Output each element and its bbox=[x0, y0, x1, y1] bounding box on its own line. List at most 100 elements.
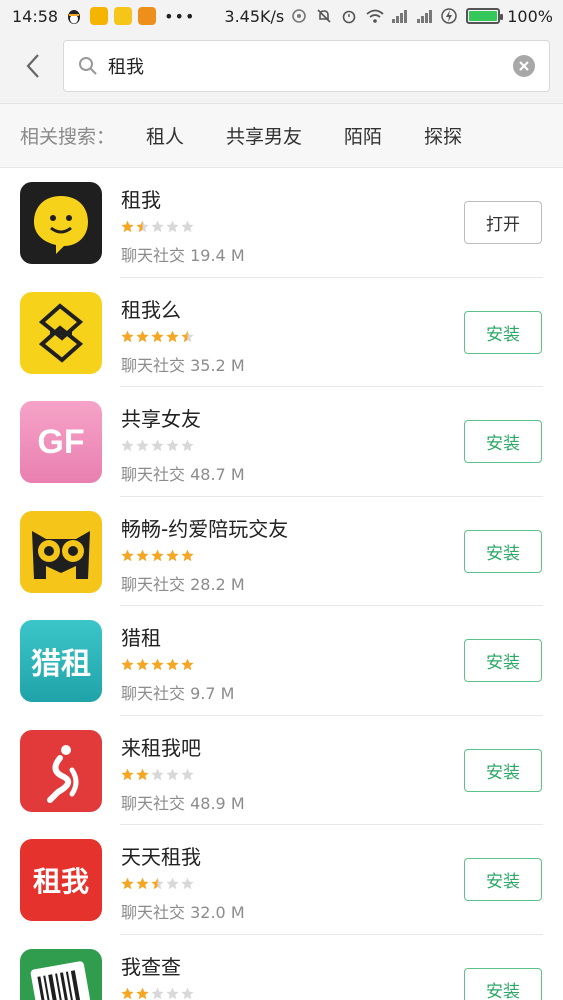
app-name: 租我么 bbox=[121, 297, 181, 322]
star-icon bbox=[136, 658, 149, 671]
app-name: 租我 bbox=[121, 188, 161, 212]
star-icon bbox=[151, 549, 164, 561]
list-item[interactable]: 猎租 猎租 聊天社交 9.7 M 安装 bbox=[0, 606, 563, 716]
app-meta: 聊天社交 9.7 M bbox=[121, 680, 234, 704]
star-icon bbox=[121, 768, 134, 780]
related-label: 相关搜索： bbox=[20, 126, 116, 148]
star-icon bbox=[181, 330, 194, 342]
signal-icon bbox=[391, 8, 409, 24]
search-icon bbox=[79, 57, 97, 75]
rating-stars bbox=[121, 987, 194, 1000]
smiley-chat-icon[interactable] bbox=[20, 182, 102, 264]
rating-stars bbox=[121, 768, 194, 781]
close-icon bbox=[519, 61, 529, 71]
star-icon bbox=[136, 549, 149, 561]
star-icon bbox=[181, 658, 194, 671]
gf-logo-icon[interactable]: GF bbox=[20, 401, 102, 483]
star-icon bbox=[181, 549, 194, 561]
rating-stars bbox=[121, 439, 194, 452]
battery-percent: 100% bbox=[507, 6, 553, 26]
list-item[interactable]: GF 共享女友 聊天社交 48.7 M 安装 bbox=[0, 387, 563, 497]
star-icon bbox=[136, 987, 149, 999]
app-meta: 聊天社交 48.7 M bbox=[121, 461, 245, 485]
star-icon bbox=[121, 439, 134, 452]
star-icon bbox=[181, 220, 194, 233]
star-icon bbox=[151, 768, 164, 780]
clear-search-button[interactable] bbox=[513, 55, 535, 77]
star-icon bbox=[121, 877, 134, 890]
install-button[interactable]: 安装 bbox=[464, 748, 542, 792]
rating-stars bbox=[121, 220, 194, 233]
hotspot-icon bbox=[291, 8, 309, 24]
barcode-icon[interactable] bbox=[20, 948, 102, 1000]
open-button[interactable]: 打开 bbox=[464, 201, 542, 244]
back-button[interactable] bbox=[18, 48, 48, 84]
owl-icon[interactable] bbox=[20, 510, 102, 593]
list-item[interactable]: 来租我吧 聊天社交 48.9 M 安装 bbox=[0, 716, 563, 825]
install-button[interactable]: 安装 bbox=[464, 310, 542, 354]
star-icon bbox=[166, 987, 179, 999]
star-icon bbox=[121, 549, 134, 561]
battery-fill bbox=[469, 11, 498, 21]
install-button[interactable]: 安装 bbox=[464, 639, 542, 682]
qq-penguin-icon bbox=[66, 8, 84, 24]
list-item[interactable]: 畅畅-约爱陪玩交友 聊天社交 28.2 M 安装 bbox=[0, 497, 563, 606]
battery-icon bbox=[466, 8, 504, 24]
mute-icon bbox=[316, 8, 334, 24]
status-time: 14:58 bbox=[12, 6, 59, 26]
app-size: 32.0 M bbox=[190, 903, 245, 922]
related-tag[interactable]: 陌陌 bbox=[344, 122, 382, 149]
star-icon bbox=[166, 220, 179, 233]
related-tag[interactable]: 探探 bbox=[424, 122, 462, 149]
liezu-logo-icon[interactable]: 猎租 bbox=[20, 620, 102, 702]
zuwome-logo-icon[interactable] bbox=[20, 291, 102, 374]
star-icon bbox=[166, 877, 179, 890]
app-name: 天天租我 bbox=[121, 845, 201, 869]
star-icon bbox=[136, 330, 149, 342]
related-tag[interactable]: 租人 bbox=[146, 122, 184, 149]
alarm-icon bbox=[341, 8, 359, 24]
star-icon bbox=[166, 768, 179, 780]
app-category: 聊天社交 bbox=[121, 793, 186, 813]
chevron-left-icon bbox=[26, 54, 39, 78]
rating-stars bbox=[121, 877, 194, 890]
star-icon bbox=[121, 330, 134, 342]
search-query[interactable]: 租我 bbox=[108, 53, 513, 79]
star-icon bbox=[121, 658, 134, 671]
status-bar: 14:58 ••• 3.45K/s 100% bbox=[0, 0, 563, 32]
list-item[interactable]: 租我 天天租我 聊天社交 32.0 M 安装 bbox=[0, 825, 563, 935]
list-item[interactable]: 租我 聊天社交 19.4 M 打开 bbox=[0, 168, 563, 278]
list-item[interactable]: 租我么 聊天社交 35.2 M 安装 bbox=[0, 278, 563, 387]
star-icon bbox=[136, 877, 149, 890]
signal-icon-2 bbox=[416, 8, 434, 24]
star-icon bbox=[151, 987, 164, 999]
install-button[interactable]: 安装 bbox=[464, 967, 542, 1000]
app-category: 聊天社交 bbox=[121, 355, 186, 375]
app-category: 聊天社交 bbox=[121, 903, 186, 922]
app-notification-icon-2 bbox=[138, 7, 157, 25]
app-size: 19.4 M bbox=[190, 246, 245, 265]
network-speed: 3.45K/s bbox=[224, 6, 285, 26]
related-tag[interactable]: 共享男友 bbox=[226, 122, 302, 149]
star-icon bbox=[181, 877, 194, 890]
search-header: 租我 bbox=[0, 32, 563, 104]
app-meta: 聊天社交 48.9 M bbox=[121, 790, 245, 814]
laizu-figure-icon[interactable] bbox=[20, 729, 102, 812]
app-category: 聊天社交 bbox=[121, 684, 186, 703]
tianzu-logo-icon[interactable]: 租我 bbox=[20, 839, 102, 921]
more-notifications: ••• bbox=[164, 6, 196, 26]
list-item[interactable]: 我查查 安装 bbox=[0, 935, 563, 1000]
install-button[interactable]: 安装 bbox=[464, 420, 542, 463]
app-name: 畅畅-约爱陪玩交友 bbox=[121, 516, 289, 541]
search-input[interactable]: 租我 bbox=[63, 40, 550, 92]
star-icon bbox=[166, 330, 179, 342]
related-searches: 相关搜索： 租人 共享男友 陌陌 探探 bbox=[0, 104, 563, 168]
rating-stars bbox=[121, 330, 194, 343]
app-notification-icon bbox=[90, 7, 109, 25]
smiley-notification-icon bbox=[114, 7, 133, 25]
star-icon bbox=[121, 987, 134, 999]
install-button[interactable]: 安装 bbox=[464, 529, 542, 573]
app-category: 聊天社交 bbox=[121, 465, 186, 484]
star-icon bbox=[181, 987, 194, 999]
install-button[interactable]: 安装 bbox=[464, 858, 542, 901]
